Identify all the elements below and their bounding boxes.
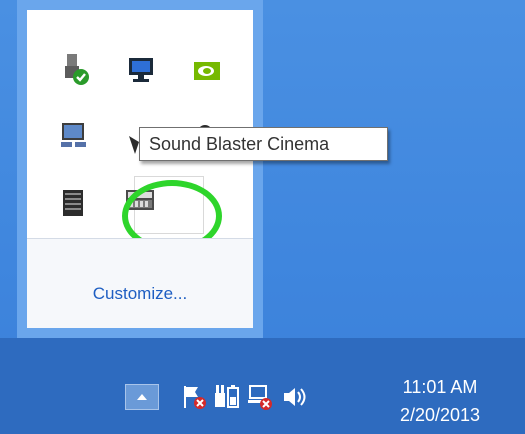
usb-device-check-icon[interactable]	[57, 52, 91, 86]
chevron-up-icon	[137, 394, 147, 400]
show-hidden-icons-button[interactable]	[125, 384, 159, 410]
taskmanager-icon[interactable]	[57, 186, 91, 220]
network-computer-icon[interactable]	[57, 119, 91, 153]
clock-time: 11:01 AM	[402, 377, 478, 397]
clock-date: 2/20/2013	[399, 405, 481, 425]
clock[interactable]: 11:01 AM 2/20/2013	[375, 373, 505, 429]
network-error-icon[interactable]	[246, 382, 274, 412]
taskbar: 11:01 AM 2/20/2013	[0, 338, 525, 434]
action-center-flag-icon[interactable]	[180, 382, 208, 412]
power-battery-icon[interactable]	[213, 382, 241, 412]
flyout-footer: Customize...	[27, 239, 253, 328]
volume-icon[interactable]	[281, 382, 309, 412]
notification-overflow-flyout: Customize...	[17, 0, 263, 338]
tooltip: Sound Blaster Cinema	[139, 127, 388, 161]
nvidia-icon[interactable]	[190, 54, 224, 88]
display-monitor-icon[interactable]	[124, 52, 158, 86]
flyout-panel: Customize...	[27, 10, 253, 328]
customize-link[interactable]: Customize...	[27, 284, 253, 304]
